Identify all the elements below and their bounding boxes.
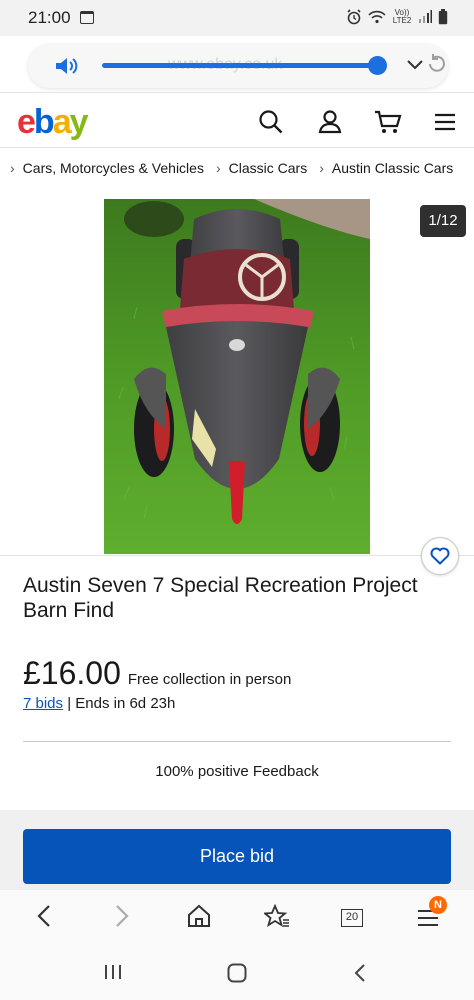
heart-icon <box>430 547 450 565</box>
chevron-right-icon: › <box>319 160 324 176</box>
system-nav-bar <box>0 946 474 1000</box>
cart-icon[interactable] <box>374 109 402 135</box>
price: £16.00 <box>23 655 121 691</box>
menu-icon[interactable] <box>434 113 456 131</box>
wifi-icon <box>368 10 386 24</box>
search-icon[interactable] <box>258 109 284 135</box>
forward-icon[interactable] <box>114 904 130 928</box>
back-icon[interactable] <box>36 904 52 928</box>
notification-badge: N <box>429 896 447 914</box>
bookmarks-icon[interactable] <box>264 904 290 928</box>
chevron-down-icon[interactable] <box>406 58 424 72</box>
browser-toolbar <box>0 890 474 946</box>
listing-title: Austin Seven 7 Special Recreation Projec… <box>23 574 418 622</box>
volume-overlay[interactable]: www.ebay.co.uk <box>28 44 448 88</box>
status-bar: 21:00 Vo)) LTE2 <box>0 0 474 36</box>
calendar-icon <box>80 11 94 24</box>
divider <box>0 555 474 556</box>
shipping-info: Free collection in person <box>127 671 292 688</box>
image-counter: 1/12 <box>420 205 466 237</box>
system-back-icon[interactable] <box>354 963 366 983</box>
status-icons: Vo)) LTE2 <box>346 9 448 25</box>
chevron-right-icon: › <box>215 160 221 176</box>
network-label: Vo)) LTE2 <box>392 8 412 25</box>
alarm-icon <box>347 9 361 25</box>
breadcrumb-item[interactable]: Classic Cars <box>229 160 308 176</box>
battery-icon <box>438 9 448 25</box>
tabs-button[interactable]: 20 <box>341 909 363 927</box>
reload-icon[interactable] <box>426 52 446 76</box>
bids-link[interactable]: 7 bids <box>23 695 63 712</box>
chevron-right-icon: › <box>10 160 15 176</box>
seller-feedback[interactable]: 100% positive Feedback <box>0 763 474 780</box>
home-icon[interactable] <box>187 904 211 928</box>
volume-slider-thumb[interactable] <box>368 56 387 75</box>
price-row: £16.00 Free collection in person <box>23 655 291 692</box>
home-button-icon[interactable] <box>227 963 247 983</box>
divider <box>23 741 451 742</box>
ends-text: | Ends in 6d 23h <box>67 695 176 712</box>
account-icon[interactable] <box>318 109 342 135</box>
volume-slider-track[interactable] <box>102 63 378 68</box>
place-bid-button[interactable]: Place bid <box>23 829 451 884</box>
volume-icon[interactable] <box>54 55 80 77</box>
breadcrumb-item[interactable]: Austin Classic Cars <box>332 160 453 176</box>
breadcrumb-item[interactable]: Cars, Motorcycles & Vehicles <box>23 160 204 176</box>
bids-row: 7 bids | Ends in 6d 23h <box>23 695 175 712</box>
image-gallery[interactable] <box>0 190 474 556</box>
signal-icon <box>419 10 432 23</box>
breadcrumb: › Cars, Motorcycles & Vehicles › Classic… <box>10 160 465 176</box>
site-header: ebay <box>0 92 474 148</box>
bid-area: Place bid <box>0 810 474 890</box>
status-time: 21:00 <box>28 8 71 27</box>
watch-button[interactable] <box>421 537 459 575</box>
listing-photo[interactable] <box>104 199 370 554</box>
ebay-logo[interactable]: ebay <box>17 104 89 140</box>
recent-apps-icon[interactable] <box>104 964 122 980</box>
